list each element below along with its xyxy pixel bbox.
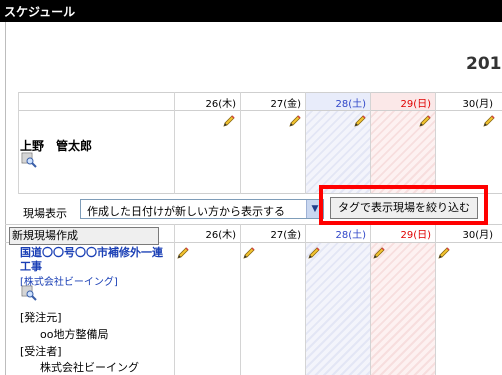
pencil-icon[interactable] <box>222 114 236 128</box>
grid-line <box>240 224 241 375</box>
magnifier-icon[interactable] <box>21 152 37 168</box>
contractor-label: [受注者] <box>20 345 62 358</box>
site-title-link[interactable]: 国道〇〇号〇〇市補修外一連工事 <box>20 246 170 274</box>
day-header-27: 27(金) <box>270 99 301 110</box>
sort-order-select[interactable]: 作成した日付けが新しい方から表示する ▼ <box>80 199 324 219</box>
grid-line <box>18 92 19 194</box>
highlight-box <box>319 185 488 225</box>
day-header-27-lower: 27(金) <box>270 230 301 241</box>
grid-line <box>18 92 502 93</box>
sort-order-value: 作成した日付けが新しい方から表示する <box>87 205 285 218</box>
day-header-26-lower: 26(木) <box>205 230 236 241</box>
grid-line <box>370 92 371 194</box>
year-label: 201 <box>466 54 502 74</box>
day-header-29-lower: 29(日) <box>400 230 431 241</box>
pencil-icon[interactable] <box>242 246 256 260</box>
pencil-icon[interactable] <box>307 246 321 260</box>
window-title: スケジュール <box>4 5 76 19</box>
pencil-icon[interactable] <box>288 114 302 128</box>
pencil-icon[interactable] <box>482 114 496 128</box>
pencil-icon[interactable] <box>418 114 432 128</box>
day-header-26: 26(木) <box>205 99 236 110</box>
sunday-column-bg-2 <box>371 242 435 375</box>
window-titlebar: スケジュール <box>0 0 502 22</box>
contractor-value: 株式会社ビーイング <box>40 361 139 374</box>
day-header-28: 28(土) <box>335 99 366 110</box>
filter-label: 現場表示 <box>23 207 67 220</box>
day-header-30-lower: 30(月) <box>462 230 493 241</box>
saturday-column-bg-2 <box>306 242 370 375</box>
pencil-icon[interactable] <box>176 246 190 260</box>
grid-line <box>174 92 175 194</box>
grid-line <box>18 110 502 111</box>
grid-line <box>174 224 175 375</box>
new-site-button[interactable]: 新規現場作成 <box>9 227 159 245</box>
day-header-29: 29(日) <box>400 99 431 110</box>
grid-line <box>305 92 306 194</box>
day-header-30: 30(月) <box>462 99 493 110</box>
pencil-icon[interactable] <box>437 246 451 260</box>
pencil-icon[interactable] <box>353 114 367 128</box>
ordering-value: oo地方整備局 <box>40 328 109 341</box>
grid-line <box>240 92 241 194</box>
grid-line <box>435 92 436 194</box>
grid-line <box>305 224 306 375</box>
ordering-label: [発注元] <box>20 311 62 324</box>
day-header-28-lower: 28(土) <box>335 230 366 241</box>
magnifier-icon[interactable] <box>21 285 37 301</box>
grid-line <box>435 224 436 375</box>
pencil-icon[interactable] <box>372 246 386 260</box>
grid-line <box>370 224 371 375</box>
